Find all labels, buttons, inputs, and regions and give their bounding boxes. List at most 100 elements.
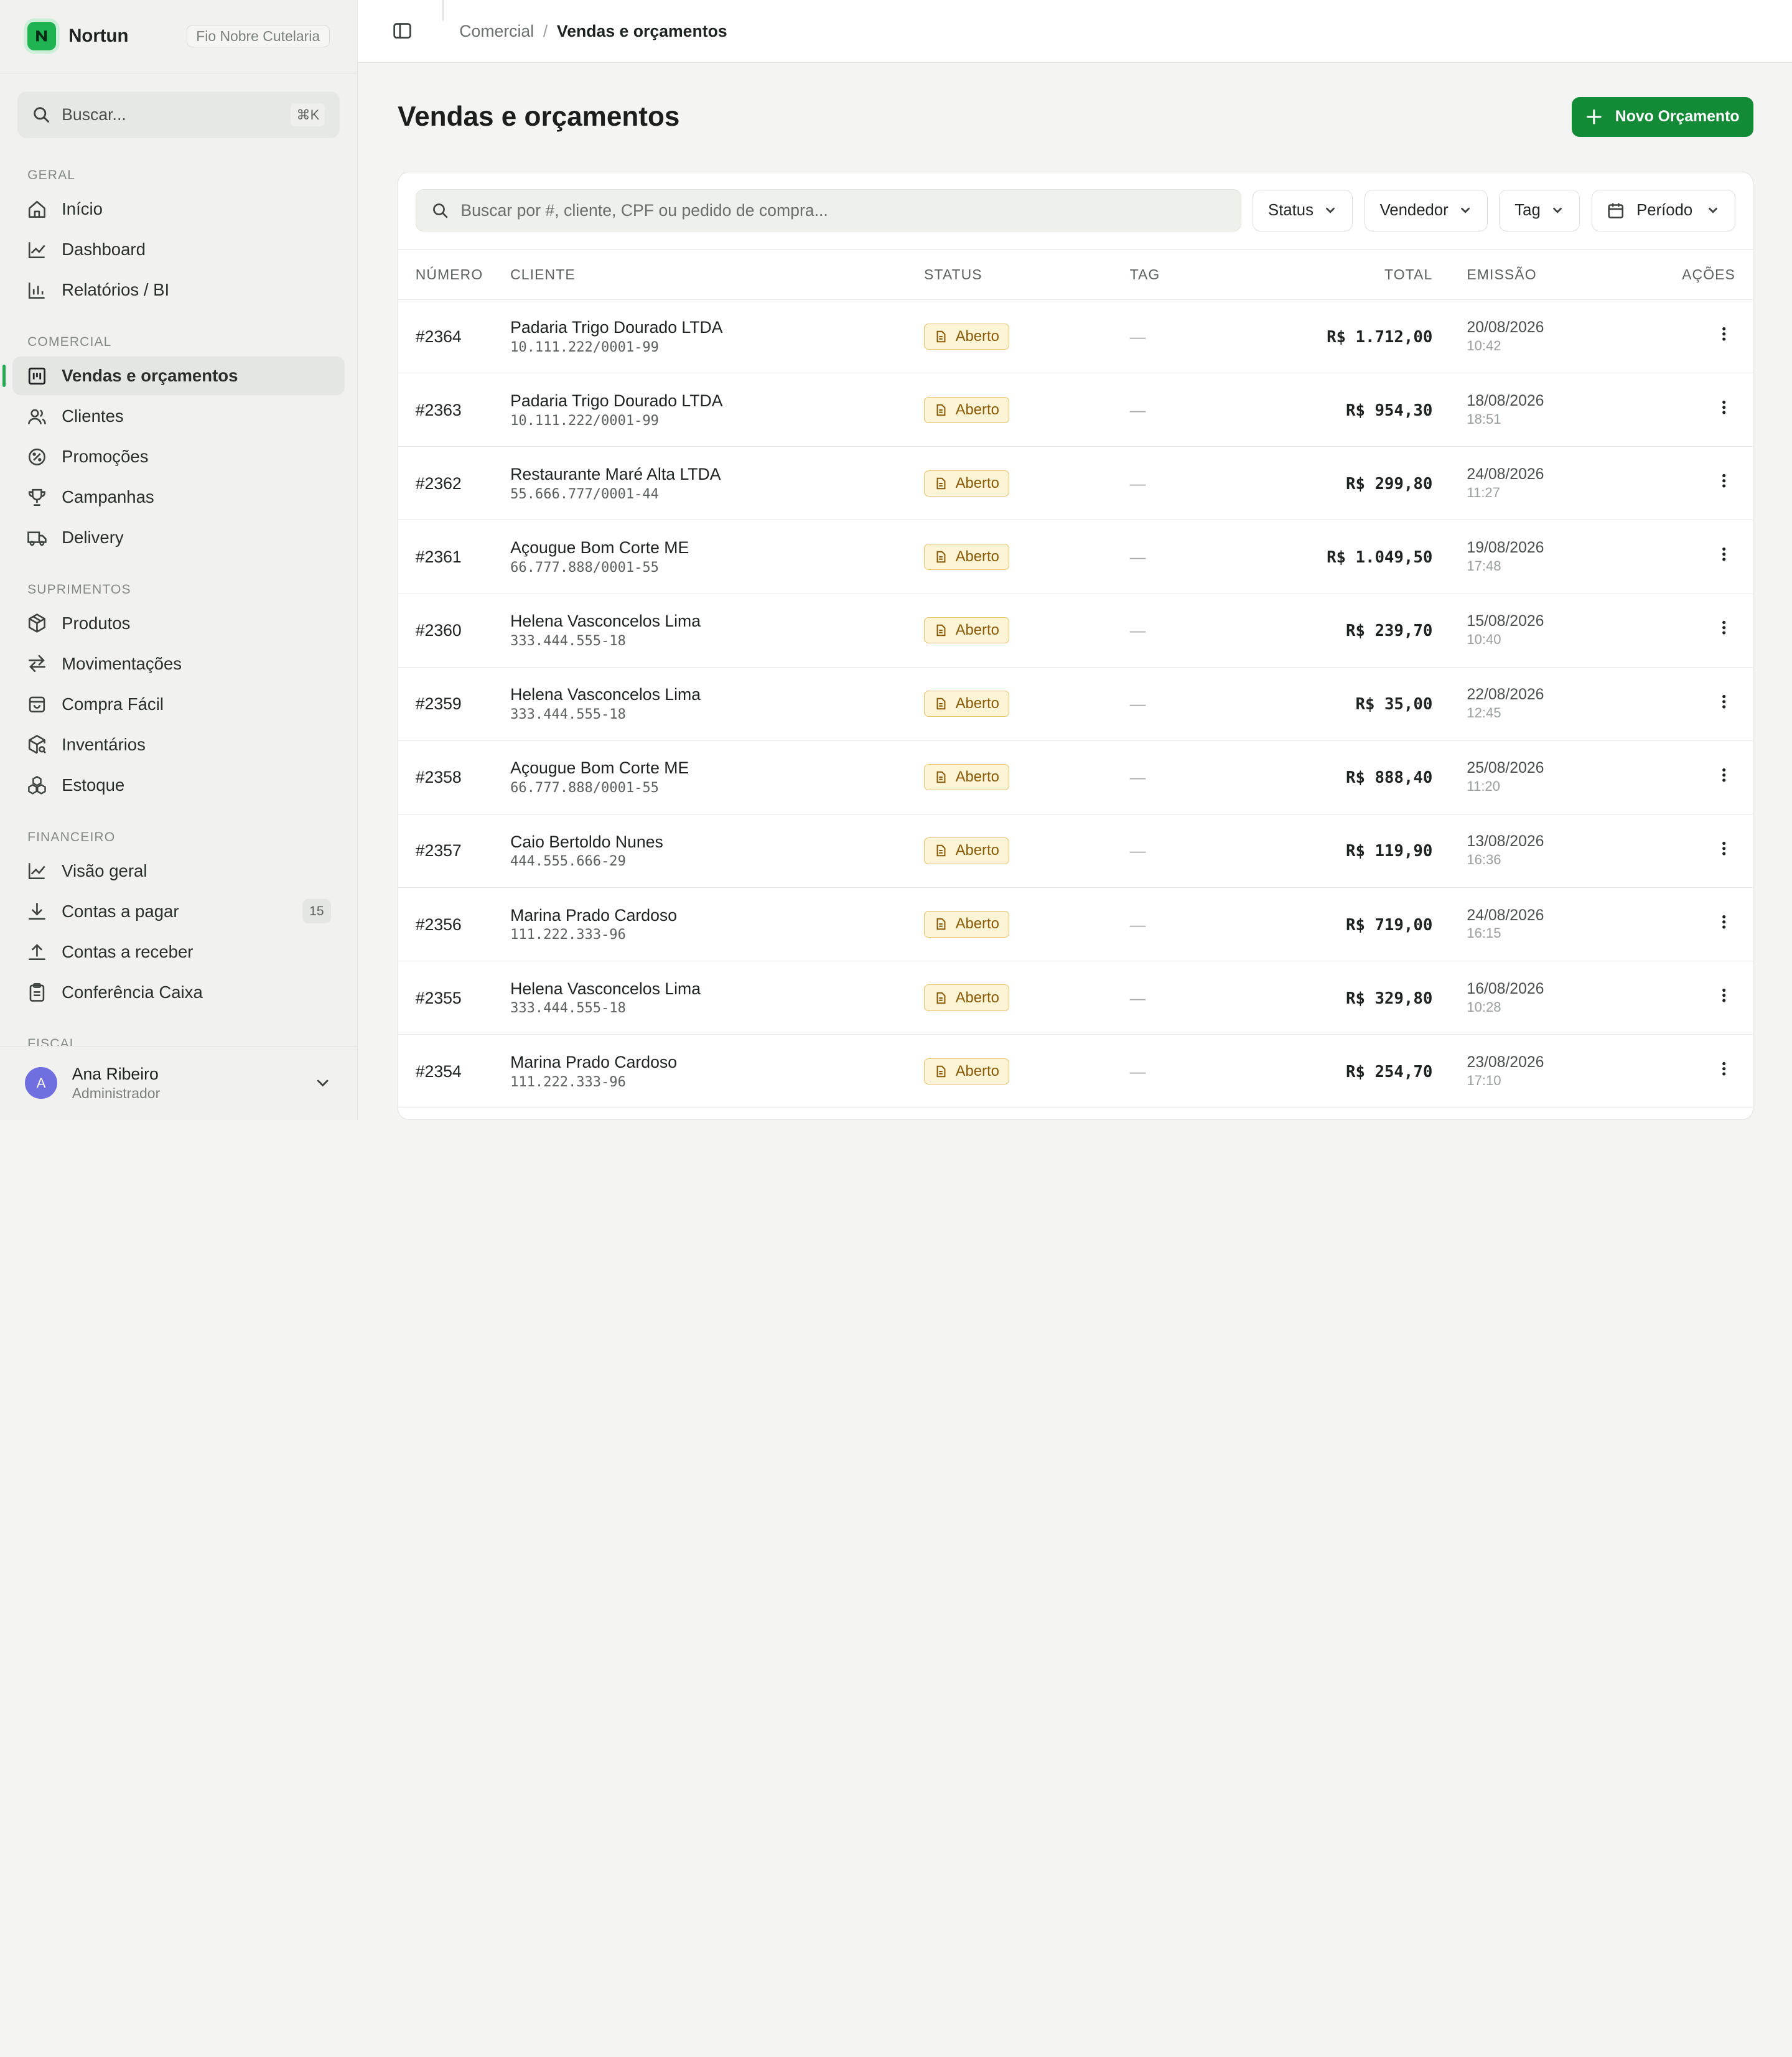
status-filter[interactable]: Status — [1253, 190, 1353, 231]
sidebar-item-vendas[interactable]: Vendas e orçamentos — [2, 356, 345, 396]
sidebar-item-conferencia-caixa[interactable]: Conferência Caixa — [12, 973, 344, 1012]
sidebar-item-label: Contas a receber — [62, 941, 194, 961]
order-number[interactable]: #2354 — [416, 1062, 462, 1081]
client-name[interactable]: Caio Bertoldo Nunes — [510, 833, 924, 852]
header-cliente[interactable]: CLIENTE — [510, 266, 924, 283]
order-number[interactable]: #2361 — [416, 548, 462, 566]
order-total: R$ 954,30 — [1346, 401, 1433, 420]
header-status[interactable]: STATUS — [924, 266, 1130, 283]
sidebar-item-clientes[interactable]: Clientes — [12, 397, 344, 436]
client-name[interactable]: Açougue Bom Corte ME — [510, 758, 924, 778]
new-quote-button[interactable]: Novo Orçamento — [1572, 97, 1753, 138]
emission-time: 16:15 — [1467, 925, 1501, 941]
emission-date: 22/08/2026 — [1467, 686, 1544, 704]
order-number[interactable]: #2363 — [416, 401, 462, 419]
client-name[interactable]: Padaria Trigo Dourado LTDA — [510, 318, 924, 337]
plus-icon — [1586, 110, 1602, 125]
sidebar-item-estoque[interactable]: Estoque — [12, 766, 344, 805]
nortun-logo-icon[interactable] — [27, 22, 56, 51]
sidebar-item-inventarios[interactable]: Inventários — [12, 725, 344, 764]
table-search-input[interactable]: Buscar por #, cliente, CPF ou pedido de … — [415, 189, 1241, 232]
sidebar-item-campanhas[interactable]: Campanhas — [12, 478, 344, 516]
row-actions-button[interactable] — [1712, 913, 1735, 931]
table-row[interactable]: #2358 Açougue Bom Corte ME 66.777.888/00… — [398, 741, 1753, 814]
row-actions-button[interactable] — [1712, 1060, 1735, 1078]
sidebar: Nortun Fio Nobre Cutelaria Buscar... ⌘K … — [0, 0, 358, 1120]
tag-filter[interactable]: Tag — [1499, 190, 1580, 231]
row-actions-button[interactable] — [1712, 766, 1735, 784]
header-total[interactable]: TOTAL — [1267, 266, 1432, 283]
sidebar-toggle-icon[interactable] — [392, 21, 413, 41]
header-tag[interactable]: TAG — [1130, 266, 1267, 283]
table-row[interactable]: #2359 Helena Vasconcelos Lima 333.444.55… — [398, 668, 1753, 741]
section-suprimentos: SUPRIMENTOS — [27, 582, 131, 597]
sidebar-search-input[interactable]: Buscar... — [62, 105, 291, 124]
breadcrumb-current: Vendas e orçamentos — [556, 21, 727, 40]
tag-value: — — [1129, 696, 1146, 714]
row-actions-button[interactable] — [1712, 693, 1735, 711]
period-filter[interactable]: Período — [1591, 190, 1735, 231]
tag-value: — — [1129, 916, 1146, 934]
client-name[interactable]: Restaurante Maré Alta LTDA — [510, 465, 924, 484]
row-actions-button[interactable] — [1712, 472, 1735, 490]
client-name[interactable]: Helena Vasconcelos Lima — [510, 612, 924, 631]
table-row[interactable]: #2356 Marina Prado Cardoso 111.222.333-9… — [398, 888, 1753, 962]
row-actions-button[interactable] — [1712, 986, 1735, 1004]
table-row[interactable]: #2363 Padaria Trigo Dourado LTDA 10.111.… — [398, 373, 1753, 447]
order-number[interactable]: #2360 — [416, 621, 462, 640]
order-number[interactable]: #2357 — [416, 841, 462, 860]
sidebar-item-movimentacoes[interactable]: Movimentações — [12, 645, 344, 683]
vendedor-filter[interactable]: Vendedor — [1364, 190, 1488, 231]
row-actions-button[interactable] — [1712, 398, 1735, 416]
sidebar-item-compra-facil[interactable]: Compra Fácil — [12, 685, 344, 724]
client-document: 55.666.777/0001-44 — [510, 486, 659, 502]
header-acoes: AÇÕES — [1682, 266, 1735, 282]
header-numero[interactable]: NÚMERO — [398, 266, 510, 283]
order-number[interactable]: #2364 — [416, 327, 462, 346]
user-menu[interactable]: A Ana Ribeiro Administrador — [0, 1045, 357, 1120]
chevron-down-icon — [1326, 208, 1335, 214]
row-actions-button[interactable] — [1712, 618, 1735, 637]
bar-chart-icon — [29, 282, 45, 299]
table-row[interactable]: #2361 Açougue Bom Corte ME 66.777.888/00… — [398, 520, 1753, 594]
order-number[interactable]: #2356 — [416, 915, 462, 934]
table-row[interactable]: #2364 Padaria Trigo Dourado LTDA 10.111.… — [398, 300, 1753, 374]
sidebar-item-contas-pagar[interactable]: Contas a pagar 15 — [12, 892, 344, 931]
client-name[interactable]: Helena Vasconcelos Lima — [510, 685, 924, 704]
table-row[interactable]: #2355 Helena Vasconcelos Lima 333.444.55… — [398, 961, 1753, 1035]
order-number[interactable]: #2362 — [416, 474, 462, 493]
table-row[interactable]: #2362 Restaurante Maré Alta LTDA 55.666.… — [398, 447, 1753, 521]
emission-time: 11:27 — [1467, 484, 1500, 500]
row-actions-button[interactable] — [1712, 325, 1735, 343]
client-name[interactable]: Marina Prado Cardoso — [510, 1053, 924, 1072]
sidebar-item-produtos[interactable]: Produtos — [12, 604, 344, 643]
document-icon — [936, 624, 946, 637]
sidebar-item-contas-receber[interactable]: Contas a receber — [12, 933, 344, 971]
client-name[interactable]: Marina Prado Cardoso — [510, 906, 924, 925]
client-name[interactable]: Padaria Trigo Dourado LTDA — [510, 391, 924, 411]
sidebar-item-relatorios[interactable]: Relatórios / BI — [12, 271, 344, 309]
org-badge[interactable]: Fio Nobre Cutelaria — [186, 25, 330, 48]
order-total: R$ 329,80 — [1346, 989, 1433, 1008]
order-number[interactable]: #2355 — [416, 989, 462, 1007]
client-name[interactable]: Helena Vasconcelos Lima — [510, 979, 924, 999]
table-row[interactable]: #2357 Caio Bertoldo Nunes 444.555.666-29… — [398, 814, 1753, 888]
sidebar-item-dashboard[interactable]: Dashboard — [12, 230, 344, 269]
client-name[interactable]: Açougue Bom Corte ME — [510, 538, 924, 557]
sidebar-item-delivery[interactable]: Delivery — [12, 518, 344, 557]
header-emissao[interactable]: EMISSÃO — [1432, 266, 1604, 283]
table-row[interactable]: #2360 Helena Vasconcelos Lima 333.444.55… — [398, 594, 1753, 668]
row-actions-button[interactable] — [1712, 545, 1735, 563]
section-fiscal: FISCAL — [27, 1037, 78, 1046]
order-number[interactable]: #2359 — [416, 694, 462, 713]
sidebar-item-visao-geral[interactable]: Visão geral — [12, 852, 344, 890]
sidebar-item-promocoes[interactable]: Promoções — [12, 437, 344, 476]
document-icon — [936, 404, 946, 416]
table-row[interactable]: #2354 Marina Prado Cardoso 111.222.333-9… — [398, 1035, 1753, 1109]
row-actions-button[interactable] — [1712, 839, 1735, 857]
sidebar-item-inicio[interactable]: Início — [12, 190, 344, 228]
chevron-down-icon[interactable] — [314, 1074, 332, 1092]
breadcrumb-comercial[interactable]: Comercial — [459, 22, 534, 41]
sidebar-search[interactable]: Buscar... ⌘K — [17, 91, 340, 139]
order-number[interactable]: #2358 — [416, 768, 462, 786]
